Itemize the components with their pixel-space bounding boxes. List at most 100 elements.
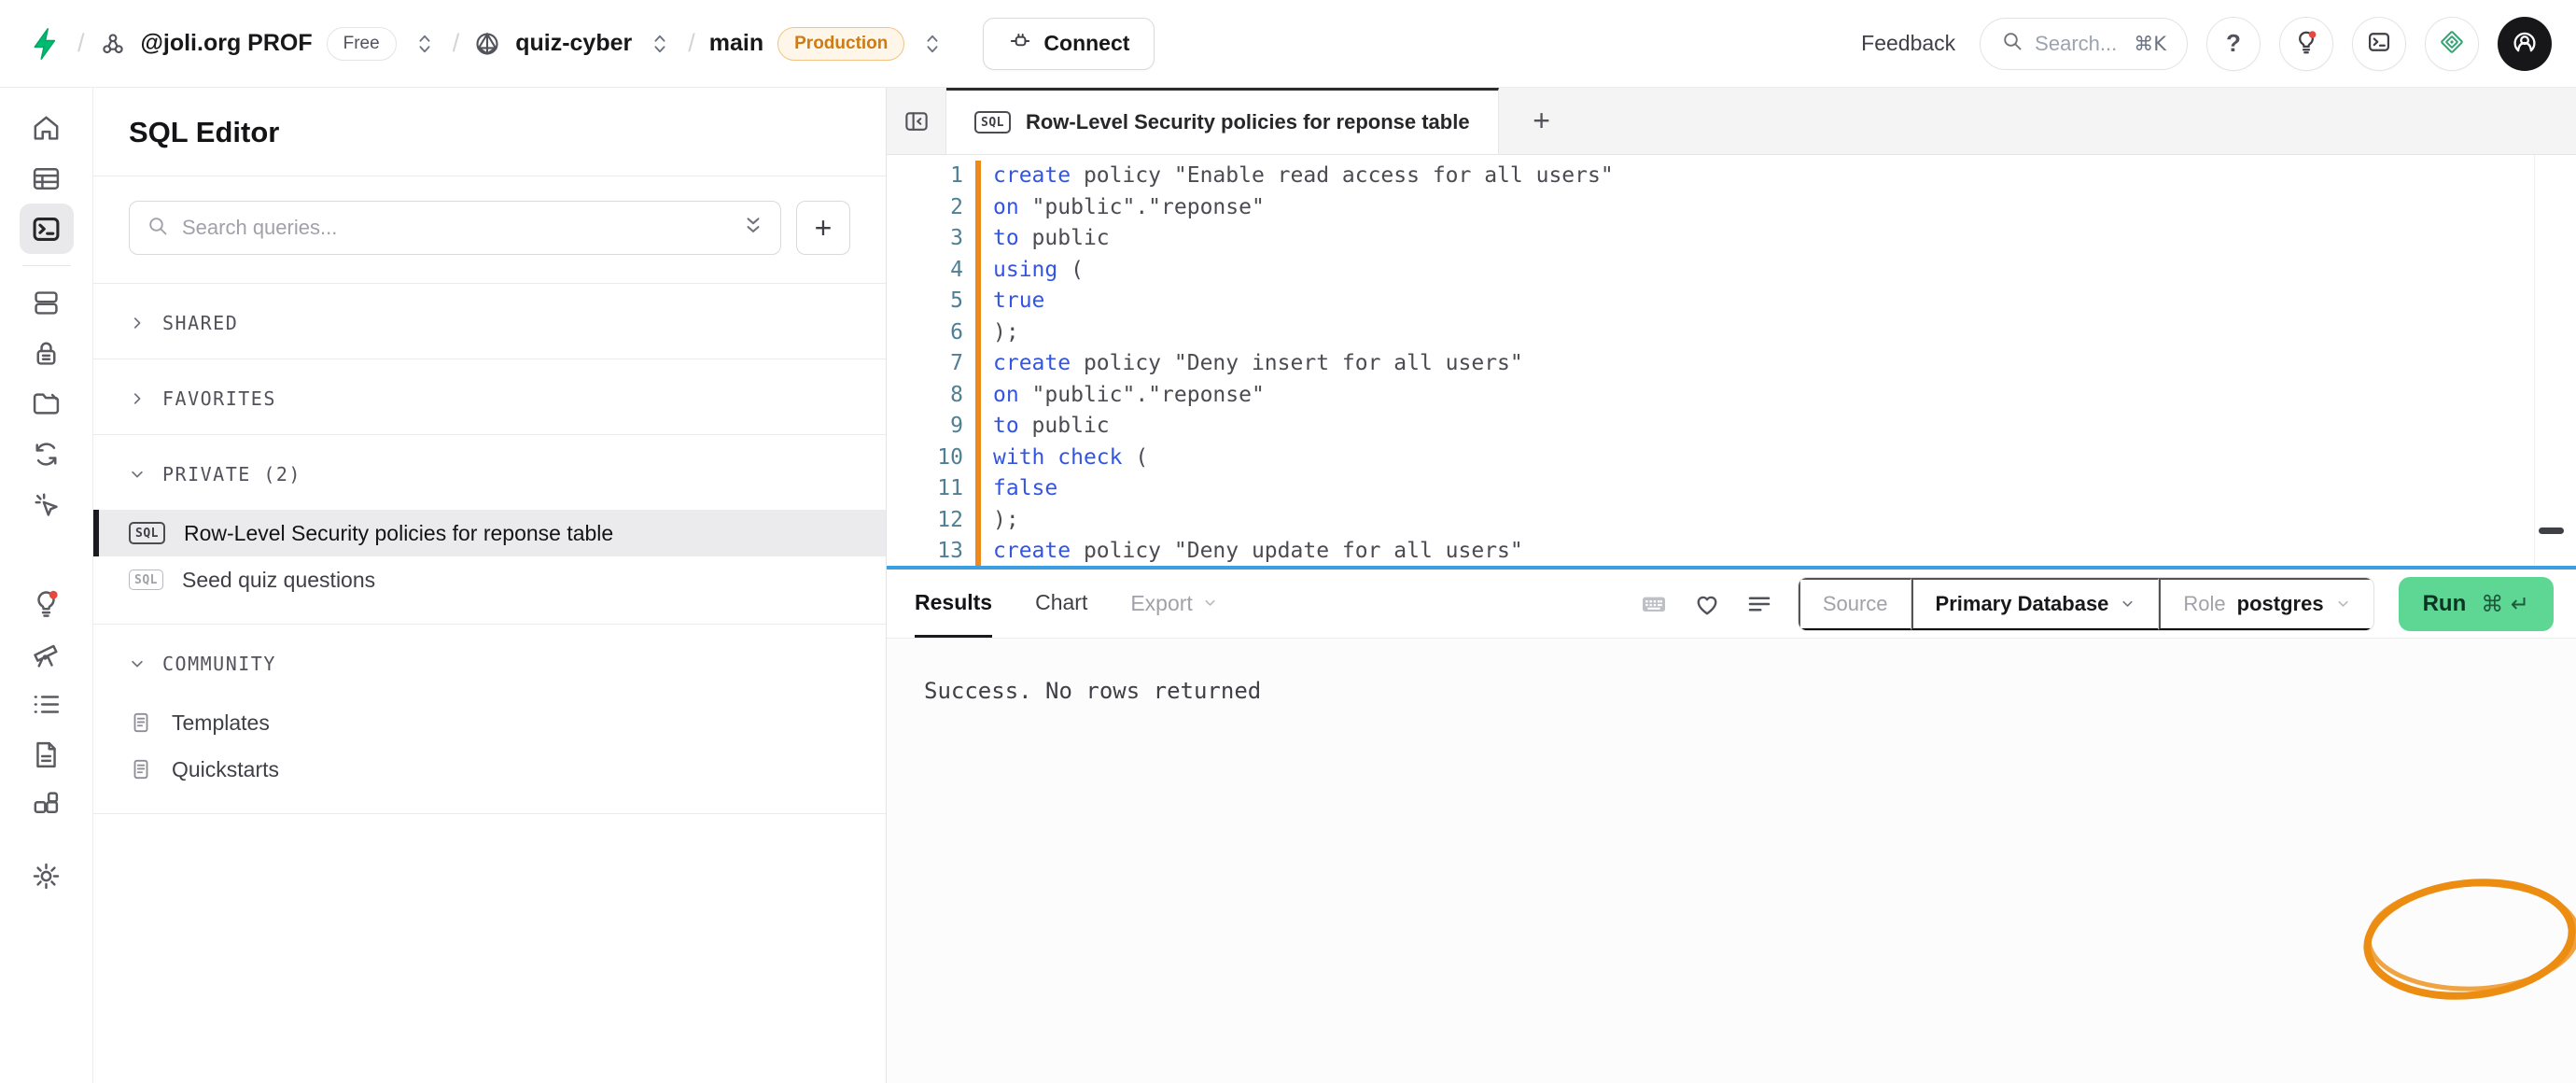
tab-results[interactable]: Results — [915, 570, 992, 638]
rail-lightbulb-alert-icon[interactable] — [20, 578, 74, 628]
org-switcher-button[interactable] — [411, 28, 439, 60]
code-lines: 1create policy "Enable read access for a… — [887, 161, 2576, 566]
feedback-link[interactable]: Feedback — [1861, 31, 1955, 56]
sql-code-editor[interactable]: 1create policy "Enable read access for a… — [887, 155, 2576, 566]
sql-badge-icon: SQL — [129, 522, 165, 544]
global-search-input[interactable]: Search... ⌘K — [1980, 18, 2188, 70]
scrollbar-thumb[interactable] — [2539, 527, 2564, 534]
search-icon — [2001, 30, 2023, 57]
chevron-down-icon — [2120, 596, 2135, 612]
export-label: Export — [1130, 591, 1192, 616]
sql-badge-icon: SQL — [974, 111, 1011, 134]
query-item-label: Seed quiz questions — [182, 568, 375, 593]
code-line-6[interactable]: 6); — [887, 317, 2576, 349]
editor-tab-active[interactable]: SQL Row-Level Security policies for repo… — [946, 88, 1499, 154]
code-line-5[interactable]: 5 true — [887, 286, 2576, 317]
rail-cursor-pointer-icon[interactable] — [20, 479, 74, 529]
tab-chart[interactable]: Chart — [1035, 570, 1087, 638]
code-line-9[interactable]: 9to public — [887, 411, 2576, 443]
code-line-12[interactable]: 12); — [887, 505, 2576, 537]
rail-table-grid-icon[interactable] — [20, 153, 74, 204]
rail-list-icon[interactable] — [20, 679, 74, 729]
section-private-header[interactable]: PRIVATE (2) — [93, 435, 886, 510]
chevron-right-icon — [129, 390, 146, 407]
section-favorites-header[interactable]: FAVORITES — [93, 359, 886, 434]
query-item-seed-quiz[interactable]: SQL Seed quiz questions — [93, 556, 886, 603]
branch-name[interactable]: main — [709, 30, 763, 57]
rail-gear-icon[interactable] — [20, 851, 74, 901]
chevron-down-icon — [1202, 591, 1218, 616]
project-name[interactable]: quiz-cyber — [515, 30, 632, 57]
code-text: to public — [993, 223, 2576, 255]
favorite-heart-icon[interactable] — [1693, 590, 1721, 618]
help-icon: ? — [2226, 29, 2241, 58]
database-dropdown[interactable]: Primary Database — [1911, 578, 2160, 630]
rail-terminal-icon[interactable] — [20, 204, 74, 254]
neon-logo-icon[interactable] — [28, 26, 63, 62]
line-number: 1 — [887, 161, 967, 192]
code-line-10[interactable]: 10with check ( — [887, 443, 2576, 474]
notifications-button[interactable] — [2279, 17, 2333, 71]
breadcrumb-separator: / — [77, 29, 85, 58]
community-item-quickstarts[interactable]: Quickstarts — [93, 746, 886, 793]
query-search-input[interactable]: Search queries... — [129, 201, 781, 255]
section-label: SHARED — [162, 312, 238, 334]
rail-lock-icon[interactable] — [20, 328, 74, 378]
rail-folder-icon[interactable] — [20, 378, 74, 429]
org-name[interactable]: @joli.org PROF — [141, 30, 313, 57]
community-item-templates[interactable]: Templates — [93, 699, 886, 746]
keyboard-shortcuts-icon[interactable] — [1639, 589, 1669, 619]
cli-button[interactable] — [2352, 17, 2406, 71]
code-line-1[interactable]: 1create policy "Enable read access for a… — [887, 161, 2576, 192]
collapse-sidebar-icon[interactable] — [887, 88, 946, 154]
topbar: / @joli.org PROF Free / quiz-cyber / mai… — [0, 0, 2576, 88]
project-switcher-button[interactable] — [646, 28, 674, 60]
code-text: true — [993, 286, 2576, 317]
connect-button[interactable]: Connect — [983, 18, 1155, 70]
run-query-button[interactable]: Run ⌘ ↵ — [2399, 577, 2554, 631]
query-panel-header: SQL Editor — [93, 88, 886, 176]
plug-icon — [1008, 29, 1032, 59]
code-line-4[interactable]: 4using ( — [887, 255, 2576, 287]
section-shared-header[interactable]: SHARED — [93, 284, 886, 359]
chevron-down-icon — [2335, 596, 2351, 612]
terminal-icon — [2366, 29, 2392, 58]
explain-plan-icon[interactable] — [1745, 590, 1773, 618]
document-icon — [129, 757, 153, 781]
role-dropdown[interactable]: Role postgres — [2159, 578, 2373, 630]
new-tab-button[interactable]: + — [1499, 88, 1585, 154]
upgrade-button[interactable] — [2425, 17, 2479, 71]
code-line-7[interactable]: 7create policy "Deny insert for all user… — [887, 348, 2576, 380]
collapse-all-icon[interactable] — [743, 215, 763, 242]
rail-document-icon[interactable] — [20, 729, 74, 780]
code-line-11[interactable]: 11false — [887, 473, 2576, 505]
rail-blocks-icon[interactable] — [20, 780, 74, 830]
export-dropdown[interactable]: Export — [1130, 570, 1217, 638]
new-query-button[interactable]: + — [796, 201, 850, 255]
line-number: 8 — [887, 380, 967, 412]
code-line-2[interactable]: 2on "public"."reponse" — [887, 192, 2576, 224]
rail-home-icon[interactable] — [20, 103, 74, 153]
changed-line-indicator — [975, 473, 981, 505]
line-number: 12 — [887, 505, 967, 537]
editor-scroll-gutter — [2534, 155, 2535, 566]
line-number: 5 — [887, 286, 967, 317]
rail-database-stack-icon[interactable] — [20, 277, 74, 328]
chevron-right-icon — [129, 315, 146, 331]
branch-switcher-button[interactable] — [918, 28, 946, 60]
section-community-header[interactable]: COMMUNITY — [93, 625, 886, 699]
rail-sync-arrows-icon[interactable] — [20, 429, 74, 479]
query-item-rls-policies[interactable]: SQL Row-Level Security policies for repo… — [93, 510, 886, 556]
help-button[interactable]: ? — [2206, 17, 2261, 71]
user-avatar[interactable] — [2498, 17, 2552, 71]
document-icon — [129, 710, 153, 735]
query-status-message: Success. No rows returned — [924, 678, 2576, 704]
breadcrumb: / @joli.org PROF Free / quiz-cyber / mai… — [28, 18, 1155, 70]
rail-telescope-icon[interactable] — [20, 628, 74, 679]
code-line-3[interactable]: 3 to public — [887, 223, 2576, 255]
neon-console: / @joli.org PROF Free / quiz-cyber / mai… — [0, 0, 2576, 1083]
code-line-13[interactable]: 13create policy "Deny update for all use… — [887, 536, 2576, 566]
code-line-8[interactable]: 8on "public"."reponse" — [887, 380, 2576, 412]
changed-line-indicator — [975, 380, 981, 412]
line-number: 3 — [887, 223, 967, 255]
